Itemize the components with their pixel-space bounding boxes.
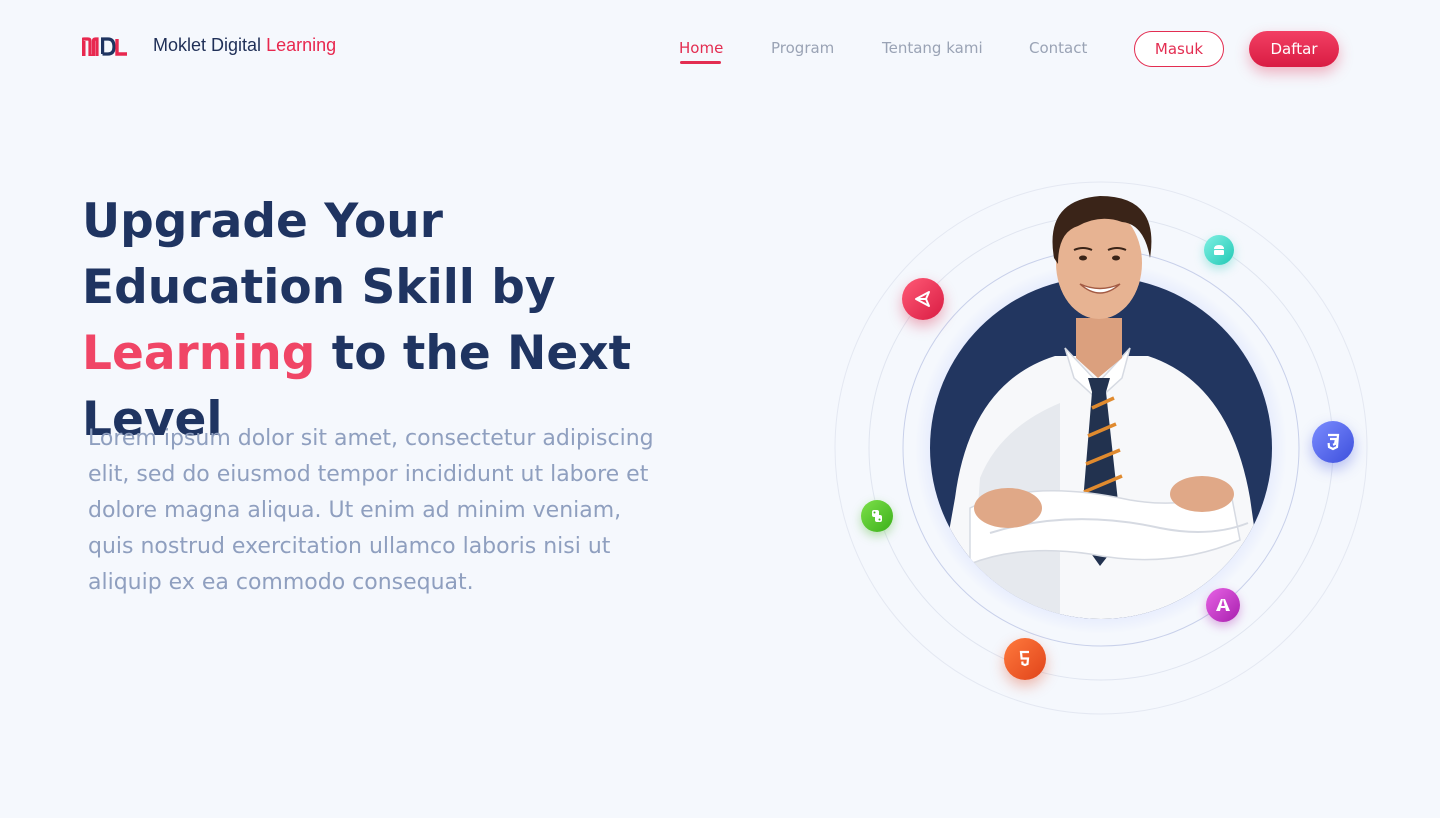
mdl-logo-icon[interactable] [82,37,128,56]
hero-title-highlight: Learning [82,326,316,381]
nav-link-program[interactable]: Program [771,39,834,57]
brand-name[interactable]: Moklet Digital Learning [153,35,336,56]
nav-active-indicator [680,61,721,64]
nav-link-home[interactable]: Home [679,39,723,57]
html5-icon[interactable] [1004,638,1046,680]
nav-link-contact[interactable]: Contact [1029,39,1087,57]
login-button[interactable]: Masuk [1134,31,1224,67]
landing-page: Moklet Digital Learning Home Program Ten… [0,0,1440,818]
hero-illustration [830,178,1370,718]
hero-description: Lorem ipsum dolor sit amet, consectetur … [88,426,654,595]
hero-title-part1: Upgrade Your Education Skill by [82,194,556,315]
orbit-rings [834,181,1368,715]
css3-icon[interactable] [1312,421,1354,463]
nav-link-tentang-kami[interactable]: Tentang kami [882,39,983,57]
adobe-icon[interactable] [1206,588,1240,622]
python-icon[interactable] [861,500,893,532]
unity-icon[interactable] [902,278,944,320]
register-button[interactable]: Daftar [1249,31,1339,67]
hero-title: Upgrade Your Education Skill by Learning… [82,189,722,453]
android-icon[interactable] [1204,235,1234,265]
brand-name-accent: Learning [266,35,337,55]
brand-name-primary: Moklet Digital [153,35,262,55]
